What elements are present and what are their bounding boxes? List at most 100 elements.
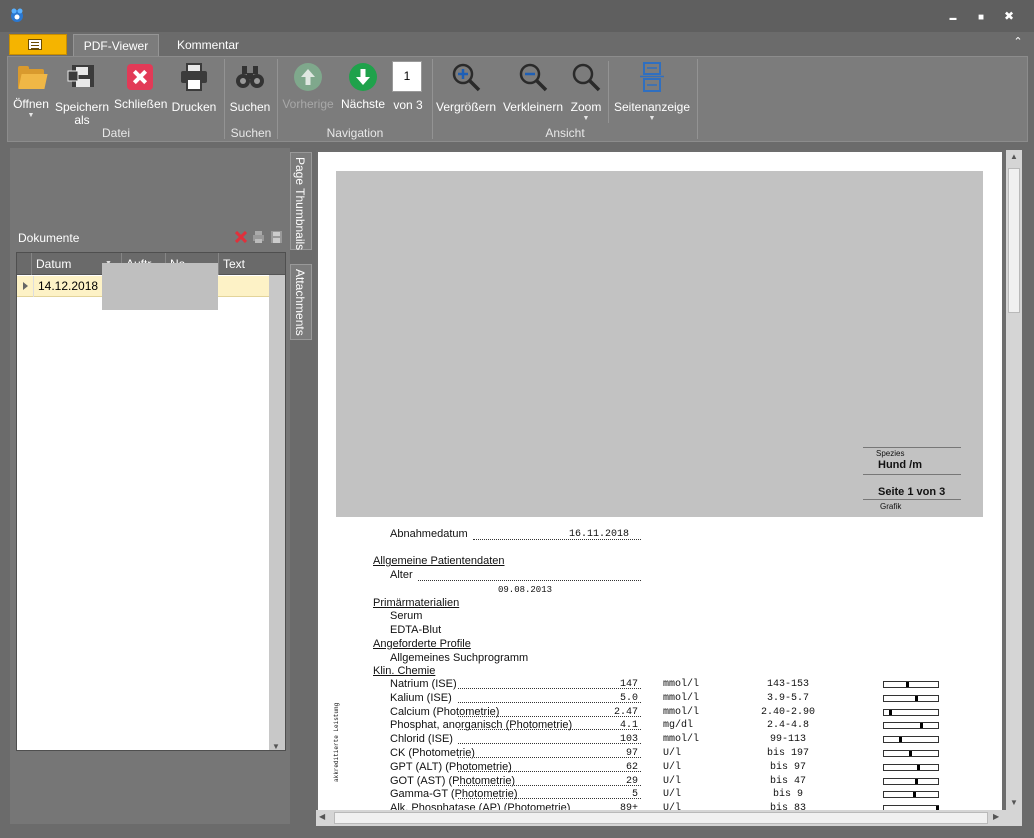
maximize-button[interactable]: ■ xyxy=(970,6,992,26)
lab-test-value: 89+ xyxy=(619,803,638,810)
redacted-area xyxy=(102,263,218,310)
lab-test-unit: mmol/l xyxy=(663,706,700,718)
print-label: Drucken xyxy=(171,100,217,114)
open-button[interactable]: Öffnen ▼ xyxy=(10,61,52,127)
sampling-date-value: 16.11.2018 xyxy=(569,529,630,540)
species-label: Spezies xyxy=(876,449,905,458)
tab-page-thumbnails[interactable]: Page Thumbnails xyxy=(290,152,312,250)
section-clinical-chemistry: Klin. Chemie xyxy=(373,665,436,677)
reference-range-bar xyxy=(883,750,939,757)
reference-range-bar xyxy=(883,763,939,771)
delete-button[interactable] xyxy=(234,230,248,244)
report-info-box xyxy=(849,447,983,667)
tab-pdf-viewer[interactable]: PDF-Viewer xyxy=(73,34,159,57)
scrollbar-thumb[interactable] xyxy=(334,812,988,824)
zoom-in-button[interactable]: Vergrößern xyxy=(435,61,497,127)
lab-test-name: Kalium (ISE) xyxy=(390,691,452,704)
minimize-button[interactable]: ▬ xyxy=(942,6,964,26)
close-document-button[interactable]: Schließen xyxy=(114,61,167,127)
app-logo-icon xyxy=(11,8,23,22)
ribbon: Öffnen ▼ Speichern als Schließen Drucken… xyxy=(7,56,1028,142)
search-button[interactable]: Suchen xyxy=(227,61,273,127)
zoom-out-button[interactable]: Verkleinern xyxy=(500,61,566,127)
scrollbar-thumb[interactable] xyxy=(1008,168,1020,313)
page-count-label: von 3 xyxy=(393,98,423,112)
maximize-icon: ■ xyxy=(977,12,985,23)
zoom-in-icon xyxy=(452,63,481,92)
lab-test-unit: mmol/l xyxy=(663,734,700,746)
zoom-button[interactable]: Zoom ▼ xyxy=(568,61,604,127)
dropdown-arrow-icon: ▼ xyxy=(27,112,35,119)
age-value: 09.08.2013 xyxy=(498,585,553,595)
lab-result-row: Natrium (ISE) 147 mmol/l 143-153 xyxy=(318,678,1002,692)
accreditation-note: akkreditierte Leistung xyxy=(333,702,340,782)
zoom-out-icon xyxy=(519,63,548,92)
lab-test-reference: bis 9 xyxy=(772,789,803,801)
lab-test-value: 4.1 xyxy=(619,720,638,732)
ribbon-separator xyxy=(697,59,698,139)
title-bar xyxy=(0,0,1034,32)
close-icon: ✖ xyxy=(1003,9,1015,23)
tab-attachments[interactable]: Attachments xyxy=(290,264,312,340)
open-label: Öffnen xyxy=(13,97,49,111)
page-thumbnails-label: Page Thumbnails xyxy=(293,157,307,251)
next-label: Nächste xyxy=(340,97,386,111)
lab-test-unit: U/l xyxy=(663,789,682,801)
lab-result-row: Kalium (ISE) 5.0 mmol/l 3.9-5.7 xyxy=(318,692,1002,706)
scroll-down-icon: ▼ xyxy=(1010,798,1018,807)
page-view-button[interactable]: Seitenanzeige ▼ xyxy=(612,61,692,127)
range-marker xyxy=(915,778,919,784)
section-requested-profiles: Angeforderte Profile xyxy=(373,638,471,650)
scroll-up-icon: ▲ xyxy=(1010,152,1018,161)
reference-range-bar xyxy=(883,681,939,688)
reference-range-bar xyxy=(883,777,939,785)
ribbon-collapse-button[interactable]: ⌃ xyxy=(1010,35,1026,51)
scroll-corner xyxy=(1006,810,1022,826)
save-document-button[interactable] xyxy=(270,230,283,244)
magnifier-icon xyxy=(572,63,601,92)
page-number-input[interactable]: 1 xyxy=(392,61,422,92)
profile-general-search: Allgemeines Suchprogramm xyxy=(390,652,529,664)
horizontal-scrollbar[interactable]: ◀ ▶ xyxy=(316,810,1006,826)
lab-test-reference: 99-113 xyxy=(769,734,806,746)
page-view-label: Seitenanzeige xyxy=(613,100,691,114)
lab-test-value: 147 xyxy=(619,679,638,690)
close-window-button[interactable]: ✖ xyxy=(998,6,1020,26)
folder-icon xyxy=(15,61,48,93)
print-document-button[interactable] xyxy=(252,230,265,244)
range-marker xyxy=(898,737,902,743)
tab-comment[interactable]: Kommentar xyxy=(163,34,253,56)
table-scrollbar[interactable]: ▼ xyxy=(269,275,285,751)
dropdown-arrow-icon: ▼ xyxy=(582,115,590,122)
lab-test-value: 5.0 xyxy=(619,692,638,704)
app-menu-button[interactable] xyxy=(9,34,67,55)
documents-title: Dokumente xyxy=(18,231,80,245)
lab-result-row: CK (Photometrie) 97 U/l bis 197 xyxy=(318,747,1002,761)
pdf-viewport[interactable]: Spezies Hund /m Seite 1 von 3 Grafik Abn… xyxy=(316,150,1006,810)
lab-result-row: GPT (ALT) (Photometrie) 62 U/l bis 97 xyxy=(318,761,1002,775)
column-header-text[interactable]: Text xyxy=(218,253,270,275)
lab-test-reference: 143-153 xyxy=(766,679,809,690)
scroll-right-icon: ▶ xyxy=(993,812,1000,821)
lab-test-unit: U/l xyxy=(663,748,682,759)
save-as-button[interactable]: Speichern als xyxy=(54,61,110,127)
lab-test-name: Natrium (ISE) xyxy=(390,678,457,690)
previous-page-button[interactable]: Vorherige xyxy=(280,61,336,127)
save-icon xyxy=(271,231,282,243)
lab-result-row: GOT (AST) (Photometrie) 29 U/l bis 47 xyxy=(318,775,1002,789)
lab-test-value: 29 xyxy=(625,775,638,787)
range-marker xyxy=(908,751,912,756)
save-as-icon xyxy=(67,65,94,87)
print-button[interactable]: Drucken xyxy=(169,61,219,127)
row-indicator-icon xyxy=(23,282,28,290)
lab-result-row: Gamma-GT (Photometrie) 5 U/l bis 9 xyxy=(318,788,1002,802)
chevron-up-icon: ⌃ xyxy=(1013,36,1023,48)
page-layout-icon xyxy=(640,62,664,92)
vertical-scrollbar[interactable]: ▲ ▼ xyxy=(1006,150,1022,812)
lab-test-reference: 2.4-4.8 xyxy=(766,720,809,732)
lab-test-reference: bis 83 xyxy=(769,803,806,810)
arrow-up-icon xyxy=(292,61,324,93)
next-page-button[interactable]: Nächste xyxy=(339,61,387,127)
lab-result-row: Calcium (Photometrie) 2.47 mmol/l 2.40-2.90 xyxy=(318,706,1002,720)
group-label-search: Suchen xyxy=(230,126,272,140)
